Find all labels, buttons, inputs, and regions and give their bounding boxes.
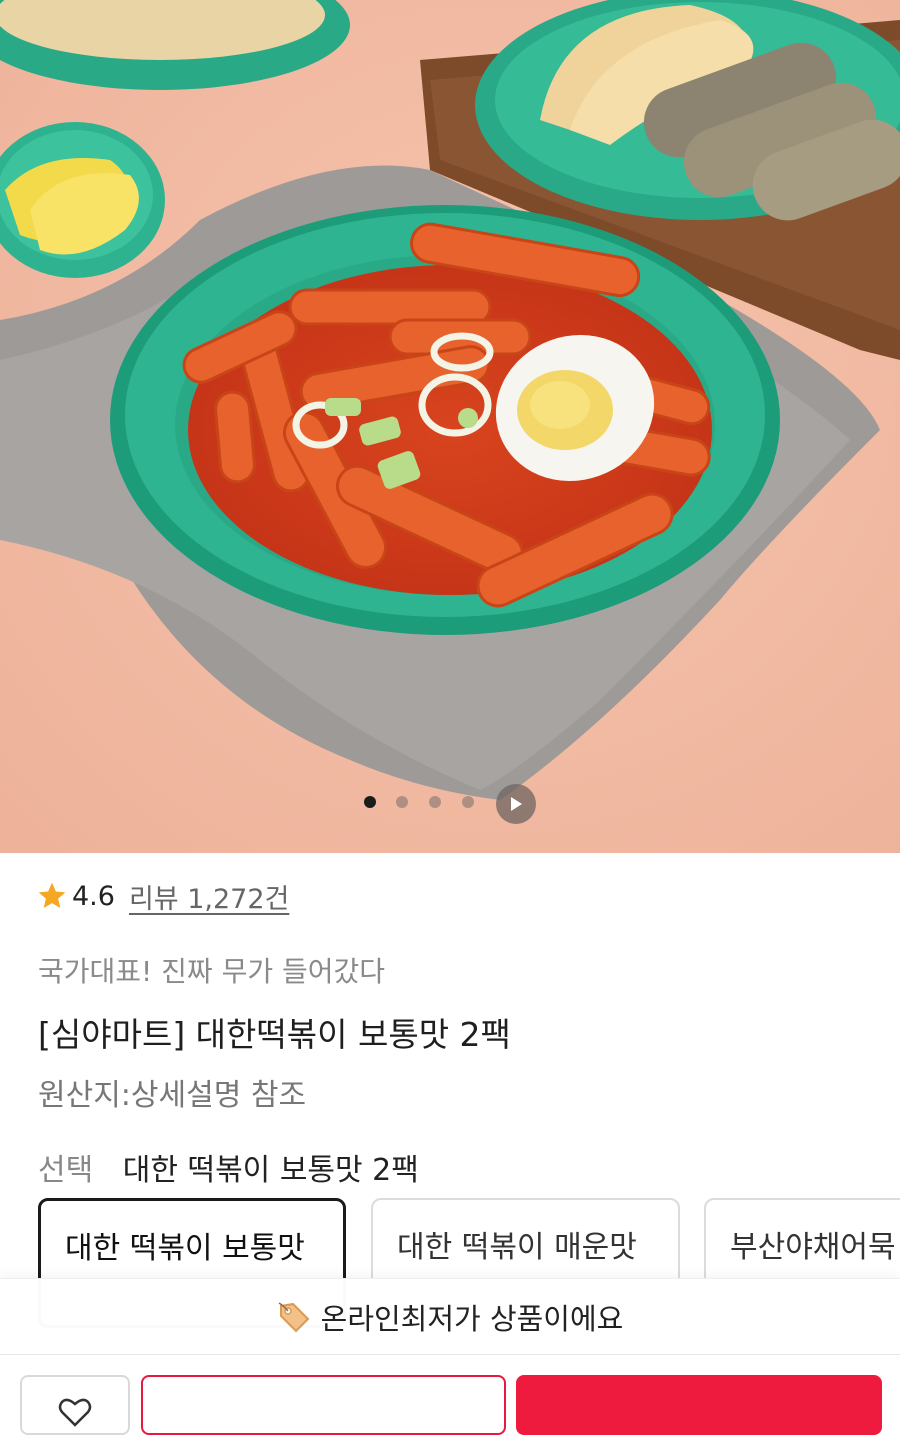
product-image[interactable] [0,0,900,853]
banner-text: 온라인최저가 상품이에요 [320,1302,624,1336]
heart-icon [58,1398,92,1427]
play-icon [511,797,522,811]
product-origin: 원산지:상세설명 참조 [38,1078,307,1113]
product-photo [0,0,900,853]
buy-now-button[interactable] [516,1375,882,1435]
carousel-dot-3[interactable] [429,796,441,808]
carousel-dot-2[interactable] [396,796,408,808]
bottom-action-bar [0,1354,900,1435]
add-to-cart-button[interactable] [141,1375,506,1435]
option-label: 선택 [38,1153,94,1188]
product-tagline: 국가대표! 진짜 무가 들어갔다 [38,955,386,988]
product-title: [심야마트] 대한떡볶이 보통맛 2팩 [38,1015,511,1054]
star-icon [38,882,66,908]
review-count-link[interactable]: 리뷰 1,272건 [129,877,289,916]
rating-row: 4.6 리뷰 1,272건 [36,874,289,918]
rating-value: 4.6 [72,880,115,912]
price-tag-icon [278,1302,310,1333]
option-card-label: 대한 떡볶이 매운맛 [397,1230,637,1265]
image-carousel-indicator [0,784,900,824]
carousel-dot-4[interactable] [462,796,474,808]
option-card-label: 대한 떡볶이 보통맛 [65,1231,305,1266]
carousel-dot-1[interactable] [364,796,376,808]
wishlist-button[interactable] [20,1375,130,1435]
lowest-price-banner: 온라인최저가 상품이에요 [0,1278,900,1355]
play-button[interactable] [496,784,536,824]
option-card-label: 부산야채어묵 [730,1230,896,1265]
option-selected-value: 대한 떡볶이 보통맛 2팩 [122,1153,419,1188]
option-summary: 선택 대한 떡볶이 보통맛 2팩 [38,1145,419,1189]
